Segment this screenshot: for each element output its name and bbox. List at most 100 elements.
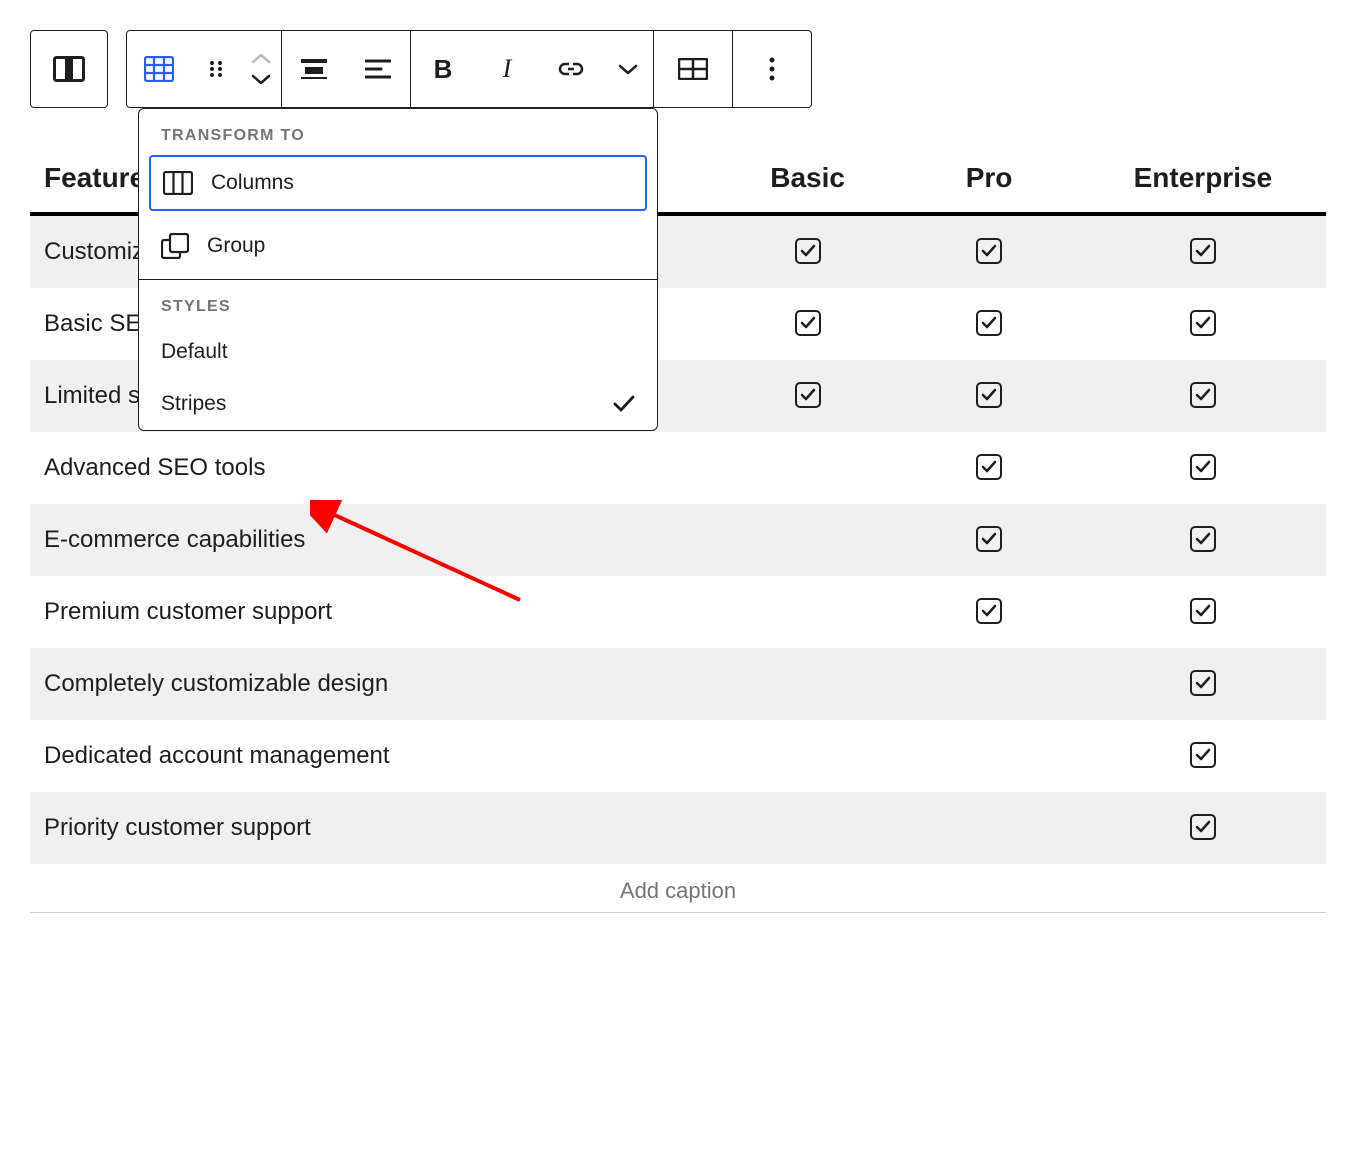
group-icon	[161, 233, 189, 259]
cell-check[interactable]	[1080, 504, 1326, 576]
cell-feature[interactable]: Completely customizable design	[30, 648, 717, 720]
cell-check[interactable]	[717, 360, 898, 432]
checkbox-checked-icon	[1190, 670, 1216, 696]
table-row: Priority customer support	[30, 792, 1326, 864]
cell-check[interactable]	[1080, 432, 1326, 504]
move-block-buttons	[241, 31, 281, 107]
checkbox-checked-icon	[1190, 310, 1216, 336]
cell-feature[interactable]: Dedicated account management	[30, 720, 717, 792]
transform-option-group[interactable]: Group	[139, 217, 657, 275]
checkbox-checked-icon	[976, 526, 1002, 552]
style-option-stripes[interactable]: Stripes	[139, 378, 657, 430]
checkbox-checked-icon	[795, 238, 821, 264]
style-option-label: Stripes	[161, 392, 613, 416]
cell-empty[interactable]	[898, 792, 1079, 864]
italic-icon: I	[503, 54, 512, 84]
cell-empty[interactable]	[717, 576, 898, 648]
transform-option-label: Group	[207, 234, 635, 258]
checkbox-checked-icon	[1190, 382, 1216, 408]
checkbox-checked-icon	[795, 382, 821, 408]
cell-empty[interactable]	[898, 648, 1079, 720]
transform-option-label: Columns	[211, 171, 633, 195]
cell-check[interactable]	[1080, 360, 1326, 432]
align-button[interactable]	[282, 31, 346, 107]
chevron-up-icon	[251, 53, 271, 65]
checkbox-checked-icon	[976, 310, 1002, 336]
block-toolbar: B I	[30, 30, 1326, 108]
checkbox-checked-icon	[1190, 238, 1216, 264]
cell-empty[interactable]	[717, 792, 898, 864]
checkbox-checked-icon	[1190, 526, 1216, 552]
checkbox-checked-icon	[1190, 742, 1216, 768]
cell-check[interactable]	[898, 214, 1079, 288]
table-row: Premium customer support	[30, 576, 1326, 648]
columns-icon	[163, 171, 193, 195]
chevron-down-icon	[251, 73, 271, 85]
table-caption[interactable]: Add caption	[30, 864, 1326, 913]
link-button[interactable]	[539, 31, 603, 107]
cell-check[interactable]	[1080, 720, 1326, 792]
cell-empty[interactable]	[717, 504, 898, 576]
cell-check[interactable]	[1080, 576, 1326, 648]
cell-check[interactable]	[717, 214, 898, 288]
col-header-basic[interactable]: Basic	[717, 144, 898, 214]
align-none-icon	[301, 59, 327, 79]
cell-feature[interactable]: E-commerce capabilities	[30, 504, 717, 576]
cell-check[interactable]	[1080, 792, 1326, 864]
cell-empty[interactable]	[717, 432, 898, 504]
col-header-enterprise[interactable]: Enterprise	[1080, 144, 1326, 214]
transform-popover: Transform to Columns Group Styles	[138, 108, 658, 431]
table-row: Completely customizable design	[30, 648, 1326, 720]
col-header-pro[interactable]: Pro	[898, 144, 1079, 214]
cell-feature[interactable]: Priority customer support	[30, 792, 717, 864]
table-block[interactable]: Features Basic Pro Enterprise Customizab…	[30, 144, 1326, 913]
transform-to-header: Transform to	[139, 109, 657, 155]
options-button[interactable]	[733, 31, 811, 107]
checkbox-checked-icon	[976, 454, 1002, 480]
checkbox-checked-icon	[795, 310, 821, 336]
cell-empty[interactable]	[898, 720, 1079, 792]
checkbox-checked-icon	[1190, 454, 1216, 480]
toolbar-group-parent	[30, 30, 108, 108]
text-align-left-icon	[365, 59, 391, 79]
bold-icon: B	[434, 54, 453, 85]
edit-table-button[interactable]	[654, 31, 732, 107]
table-row: E-commerce capabilities	[30, 504, 1326, 576]
more-rich-text-button[interactable]	[603, 31, 653, 107]
cell-feature[interactable]: Premium customer support	[30, 576, 717, 648]
select-parent-button[interactable]	[31, 31, 107, 107]
edit-table-icon	[678, 58, 708, 80]
transform-option-columns[interactable]: Columns	[149, 155, 647, 211]
block-type-button[interactable]	[127, 31, 191, 107]
cell-empty[interactable]	[717, 648, 898, 720]
table-row: Advanced SEO tools	[30, 432, 1326, 504]
italic-button[interactable]: I	[475, 31, 539, 107]
cell-check[interactable]	[717, 288, 898, 360]
check-icon	[613, 395, 635, 413]
style-option-default[interactable]: Default	[139, 326, 657, 378]
cell-check[interactable]	[898, 576, 1079, 648]
checkbox-checked-icon	[1190, 598, 1216, 624]
style-option-label: Default	[161, 340, 635, 364]
move-down-button[interactable]	[251, 69, 271, 89]
cell-check[interactable]	[1080, 648, 1326, 720]
cell-check[interactable]	[898, 504, 1079, 576]
move-up-button[interactable]	[251, 49, 271, 69]
text-align-button[interactable]	[346, 31, 410, 107]
drag-handle[interactable]	[191, 31, 241, 107]
styles-header: Styles	[139, 280, 657, 326]
cell-check[interactable]	[898, 432, 1079, 504]
toolbar-group-main: B I	[126, 30, 812, 108]
more-vertical-icon	[768, 56, 776, 82]
cell-check[interactable]	[1080, 214, 1326, 288]
table-row: Dedicated account management	[30, 720, 1326, 792]
cell-feature[interactable]: Advanced SEO tools	[30, 432, 717, 504]
checkbox-checked-icon	[976, 598, 1002, 624]
chevron-down-icon	[618, 63, 638, 75]
cell-check[interactable]	[898, 288, 1079, 360]
cell-empty[interactable]	[717, 720, 898, 792]
bold-button[interactable]: B	[411, 31, 475, 107]
link-icon	[557, 61, 585, 77]
cell-check[interactable]	[1080, 288, 1326, 360]
cell-check[interactable]	[898, 360, 1079, 432]
